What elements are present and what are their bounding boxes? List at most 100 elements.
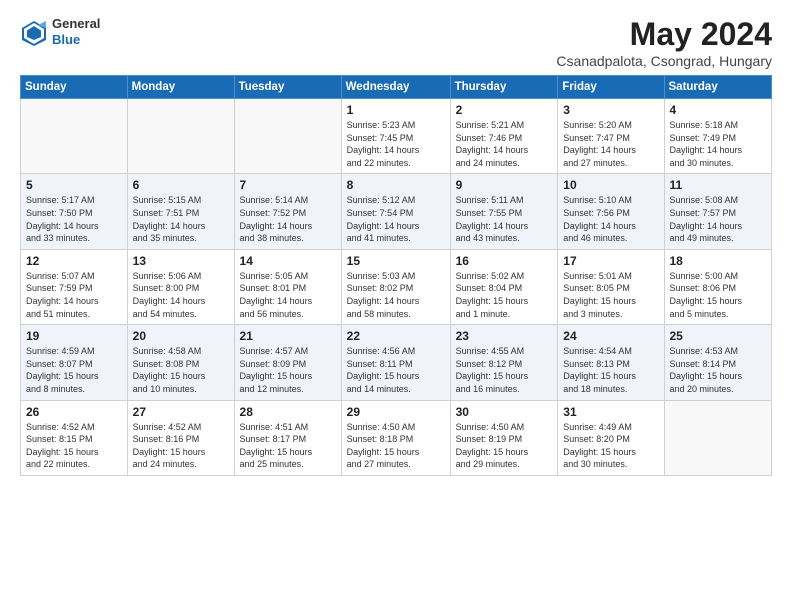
header-thursday: Thursday: [450, 76, 558, 99]
day-number: 31: [563, 405, 658, 419]
day-info: Sunrise: 5:10 AM Sunset: 7:56 PM Dayligh…: [563, 194, 658, 244]
day-info: Sunrise: 5:20 AM Sunset: 7:47 PM Dayligh…: [563, 119, 658, 169]
day-cell: [664, 400, 772, 475]
day-number: 18: [670, 254, 767, 268]
day-info: Sunrise: 4:55 AM Sunset: 8:12 PM Dayligh…: [456, 345, 553, 395]
day-info: Sunrise: 4:54 AM Sunset: 8:13 PM Dayligh…: [563, 345, 658, 395]
day-info: Sunrise: 5:11 AM Sunset: 7:55 PM Dayligh…: [456, 194, 553, 244]
header-tuesday: Tuesday: [234, 76, 341, 99]
day-number: 5: [26, 178, 122, 192]
day-cell: 5 Sunrise: 5:17 AM Sunset: 7:50 PM Daylig…: [21, 174, 128, 249]
day-info: Sunrise: 5:07 AM Sunset: 7:59 PM Dayligh…: [26, 270, 122, 320]
page: General Blue May 2024 Csanadpalota, Cson…: [0, 0, 792, 486]
day-cell: 9 Sunrise: 5:11 AM Sunset: 7:55 PM Daylig…: [450, 174, 558, 249]
day-number: 15: [347, 254, 445, 268]
logo-text: General Blue: [52, 16, 100, 47]
week-row-4: 19Sunrise: 4:59 AM Sunset: 8:07 PM Dayli…: [21, 325, 772, 400]
week-row-5: 26 Sunrise: 4:52 AM Sunset: 8:15 PM Dayli…: [21, 400, 772, 475]
day-info: Sunrise: 5:15 AM Sunset: 7:51 PM Dayligh…: [133, 194, 229, 244]
day-number: 29: [347, 405, 445, 419]
day-number: 6: [133, 178, 229, 192]
day-cell: 7 Sunrise: 5:14 AM Sunset: 7:52 PM Daylig…: [234, 174, 341, 249]
title-block: May 2024 Csanadpalota, Csongrad, Hungary: [556, 16, 772, 69]
day-cell: 23Sunrise: 4:55 AM Sunset: 8:12 PM Dayli…: [450, 325, 558, 400]
day-number: 12: [26, 254, 122, 268]
day-number: 30: [456, 405, 553, 419]
day-info: Sunrise: 5:03 AM Sunset: 8:02 PM Dayligh…: [347, 270, 445, 320]
day-number: 7: [240, 178, 336, 192]
day-info: Sunrise: 5:17 AM Sunset: 7:50 PM Dayligh…: [26, 194, 122, 244]
day-cell: 28 Sunrise: 4:51 AM Sunset: 8:17 PM Dayli…: [234, 400, 341, 475]
day-cell: [21, 99, 128, 174]
day-info: Sunrise: 4:52 AM Sunset: 8:15 PM Dayligh…: [26, 421, 122, 471]
week-row-1: 1 Sunrise: 5:23 AM Sunset: 7:45 PM Daylig…: [21, 99, 772, 174]
day-cell: 29 Sunrise: 4:50 AM Sunset: 8:18 PM Dayli…: [341, 400, 450, 475]
day-info: Sunrise: 4:56 AM Sunset: 8:11 PM Dayligh…: [347, 345, 445, 395]
weekday-header-row: Sunday Monday Tuesday Wednesday Thursday…: [21, 76, 772, 99]
day-number: 8: [347, 178, 445, 192]
logo-blue: Blue: [52, 32, 100, 48]
header-sunday: Sunday: [21, 76, 128, 99]
day-number: 25: [670, 329, 767, 343]
month-title: May 2024: [556, 16, 772, 53]
day-number: 2: [456, 103, 553, 117]
day-number: 13: [133, 254, 229, 268]
header: General Blue May 2024 Csanadpalota, Cson…: [20, 16, 772, 69]
day-cell: 10 Sunrise: 5:10 AM Sunset: 7:56 PM Dayli…: [558, 174, 664, 249]
day-cell: 27Sunrise: 4:52 AM Sunset: 8:16 PM Dayli…: [127, 400, 234, 475]
day-cell: 31 Sunrise: 4:49 AM Sunset: 8:20 PM Dayli…: [558, 400, 664, 475]
day-cell: 17 Sunrise: 5:01 AM Sunset: 8:05 PM Dayli…: [558, 249, 664, 324]
day-cell: 15 Sunrise: 5:03 AM Sunset: 8:02 PM Dayli…: [341, 249, 450, 324]
day-info: Sunrise: 5:01 AM Sunset: 8:05 PM Dayligh…: [563, 270, 658, 320]
day-info: Sunrise: 4:50 AM Sunset: 8:18 PM Dayligh…: [347, 421, 445, 471]
day-cell: [127, 99, 234, 174]
day-info: Sunrise: 5:14 AM Sunset: 7:52 PM Dayligh…: [240, 194, 336, 244]
day-number: 17: [563, 254, 658, 268]
day-cell: 20Sunrise: 4:58 AM Sunset: 8:08 PM Dayli…: [127, 325, 234, 400]
day-info: Sunrise: 5:06 AM Sunset: 8:00 PM Dayligh…: [133, 270, 229, 320]
day-cell: 2 Sunrise: 5:21 AM Sunset: 7:46 PM Daylig…: [450, 99, 558, 174]
day-info: Sunrise: 5:23 AM Sunset: 7:45 PM Dayligh…: [347, 119, 445, 169]
day-cell: 25 Sunrise: 4:53 AM Sunset: 8:14 PM Dayli…: [664, 325, 772, 400]
day-number: 24: [563, 329, 658, 343]
day-number: 26: [26, 405, 122, 419]
day-cell: 12 Sunrise: 5:07 AM Sunset: 7:59 PM Dayli…: [21, 249, 128, 324]
day-number: 1: [347, 103, 445, 117]
day-cell: 18Sunrise: 5:00 AM Sunset: 8:06 PM Dayli…: [664, 249, 772, 324]
day-info: Sunrise: 5:21 AM Sunset: 7:46 PM Dayligh…: [456, 119, 553, 169]
day-cell: 11Sunrise: 5:08 AM Sunset: 7:57 PM Dayli…: [664, 174, 772, 249]
day-info: Sunrise: 5:12 AM Sunset: 7:54 PM Dayligh…: [347, 194, 445, 244]
day-cell: 30 Sunrise: 4:50 AM Sunset: 8:19 PM Dayli…: [450, 400, 558, 475]
location-title: Csanadpalota, Csongrad, Hungary: [556, 53, 772, 69]
header-wednesday: Wednesday: [341, 76, 450, 99]
day-cell: 6 Sunrise: 5:15 AM Sunset: 7:51 PM Daylig…: [127, 174, 234, 249]
day-cell: 14 Sunrise: 5:05 AM Sunset: 8:01 PM Dayli…: [234, 249, 341, 324]
calendar-table: Sunday Monday Tuesday Wednesday Thursday…: [20, 75, 772, 476]
logo-general: General: [52, 16, 100, 32]
header-saturday: Saturday: [664, 76, 772, 99]
day-number: 27: [133, 405, 229, 419]
day-info: Sunrise: 5:02 AM Sunset: 8:04 PM Dayligh…: [456, 270, 553, 320]
day-number: 16: [456, 254, 553, 268]
day-info: Sunrise: 4:59 AM Sunset: 8:07 PM Dayligh…: [26, 345, 122, 395]
day-number: 14: [240, 254, 336, 268]
day-cell: 16 Sunrise: 5:02 AM Sunset: 8:04 PM Dayli…: [450, 249, 558, 324]
day-number: 3: [563, 103, 658, 117]
day-number: 22: [347, 329, 445, 343]
day-info: Sunrise: 4:49 AM Sunset: 8:20 PM Dayligh…: [563, 421, 658, 471]
day-cell: [234, 99, 341, 174]
day-info: Sunrise: 5:05 AM Sunset: 8:01 PM Dayligh…: [240, 270, 336, 320]
day-number: 9: [456, 178, 553, 192]
day-cell: 26 Sunrise: 4:52 AM Sunset: 8:15 PM Dayli…: [21, 400, 128, 475]
day-cell: 21Sunrise: 4:57 AM Sunset: 8:09 PM Dayli…: [234, 325, 341, 400]
day-info: Sunrise: 4:50 AM Sunset: 8:19 PM Dayligh…: [456, 421, 553, 471]
day-cell: 8 Sunrise: 5:12 AM Sunset: 7:54 PM Daylig…: [341, 174, 450, 249]
day-number: 10: [563, 178, 658, 192]
day-cell: 22 Sunrise: 4:56 AM Sunset: 8:11 PM Dayli…: [341, 325, 450, 400]
day-info: Sunrise: 5:18 AM Sunset: 7:49 PM Dayligh…: [670, 119, 767, 169]
week-row-2: 5 Sunrise: 5:17 AM Sunset: 7:50 PM Daylig…: [21, 174, 772, 249]
day-number: 28: [240, 405, 336, 419]
day-info: Sunrise: 4:51 AM Sunset: 8:17 PM Dayligh…: [240, 421, 336, 471]
day-cell: 19Sunrise: 4:59 AM Sunset: 8:07 PM Dayli…: [21, 325, 128, 400]
day-info: Sunrise: 4:53 AM Sunset: 8:14 PM Dayligh…: [670, 345, 767, 395]
